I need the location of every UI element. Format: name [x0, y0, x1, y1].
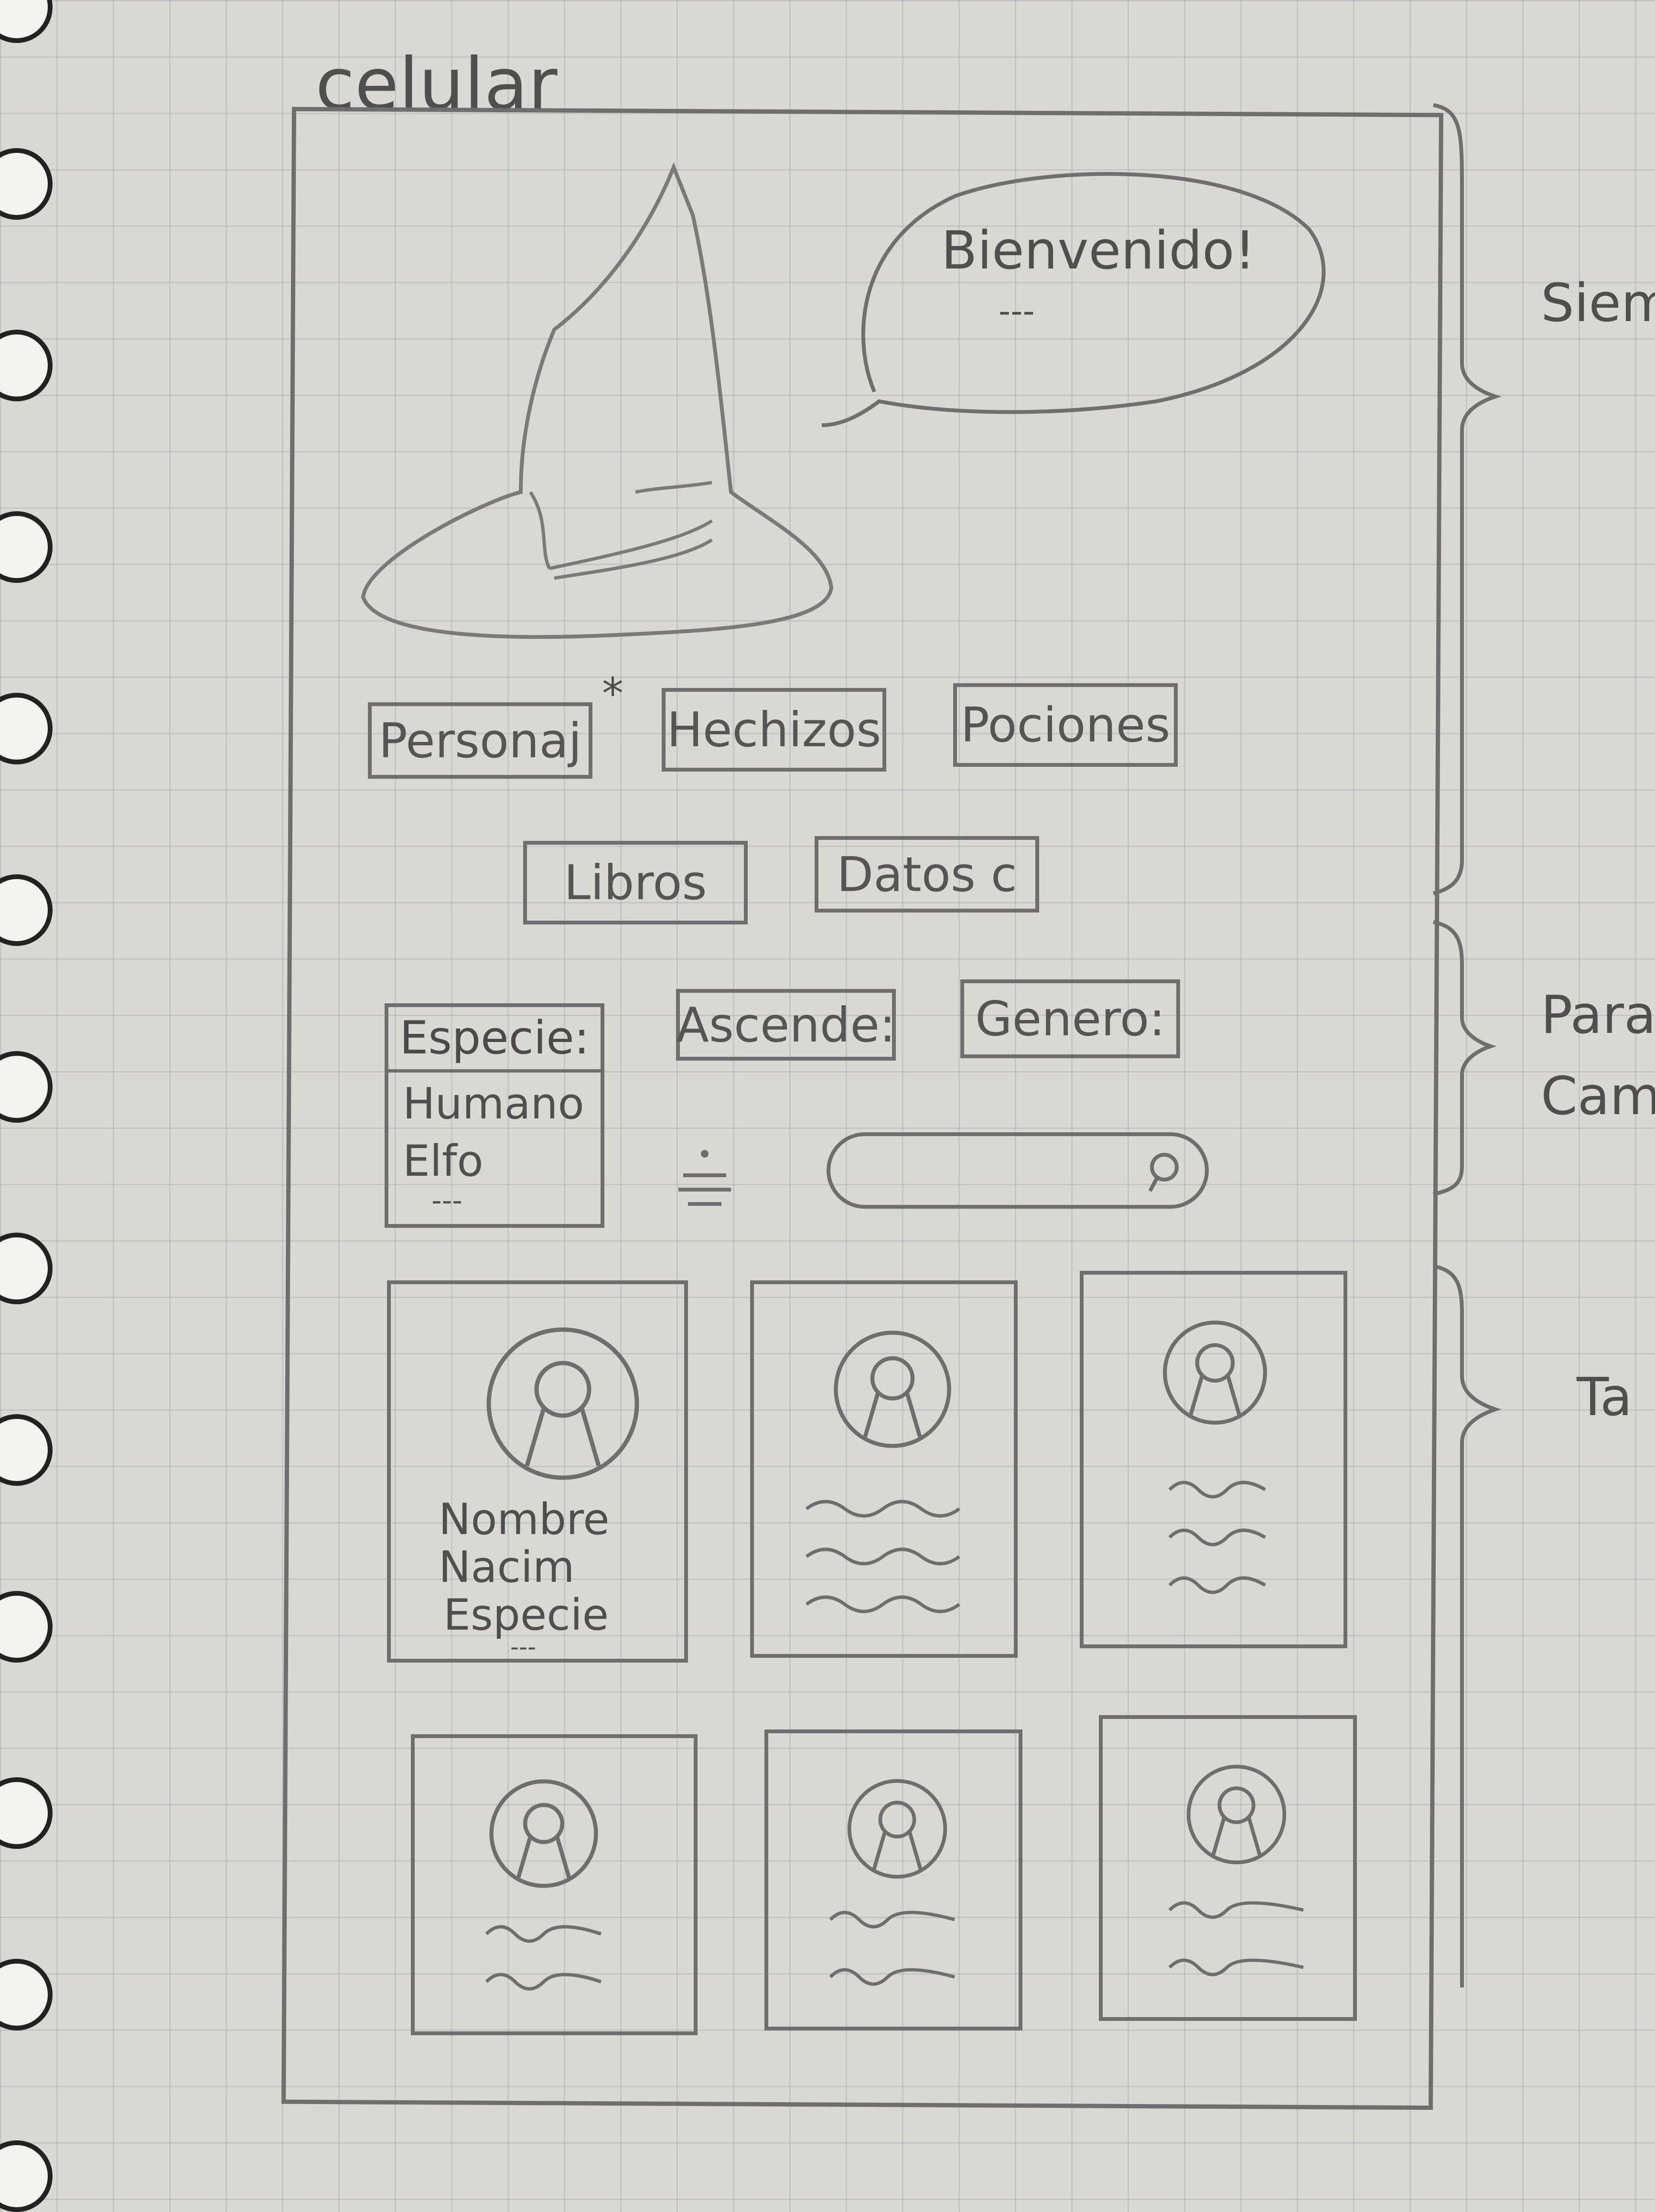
- speech-bubble: [821, 172, 1326, 427]
- character-card[interactable]: Nombre Nacim Especie ---: [387, 1280, 688, 1663]
- placeholder-text-lines: [1168, 1901, 1304, 1976]
- character-card[interactable]: [411, 1734, 698, 2035]
- especie-label: Especie:: [388, 1007, 601, 1073]
- side-label: Siem: [1541, 272, 1655, 333]
- sorting-hat-icon: [361, 162, 834, 639]
- placeholder-text-lines: [485, 1925, 602, 1991]
- binding-hole: [0, 148, 53, 220]
- character-card[interactable]: [1099, 1715, 1357, 2021]
- user-avatar-icon: [847, 1779, 947, 1879]
- genero-label: Genero:: [975, 991, 1165, 1047]
- especie-option-more: ---: [431, 1184, 462, 1217]
- user-avatar-icon: [834, 1331, 951, 1448]
- especie-dropdown[interactable]: Especie: Humano Elfo ---: [385, 1003, 604, 1228]
- nav-button-label: Hechizos: [666, 702, 881, 758]
- sort-icon[interactable]: [669, 1142, 741, 1213]
- selected-marker: *: [602, 669, 623, 719]
- binding-hole: [0, 1591, 53, 1663]
- placeholder-text-lines: [805, 1500, 961, 1613]
- side-label: Ta: [1577, 1366, 1633, 1428]
- nav-button-label: Libros: [564, 855, 707, 911]
- search-icon[interactable]: [1138, 1148, 1186, 1196]
- ascendencia-label: Ascende:: [676, 997, 896, 1053]
- nav-button-libros[interactable]: Libros: [523, 841, 748, 924]
- card-field-nombre: Nombre: [439, 1494, 610, 1545]
- character-card[interactable]: [764, 1729, 1022, 2030]
- binding-hole: [0, 2140, 53, 2212]
- binding-hole: [0, 874, 53, 946]
- binding-hole: [0, 0, 53, 43]
- binding-hole: [0, 1051, 53, 1123]
- card-field-more: ---: [510, 1633, 537, 1661]
- genero-dropdown[interactable]: Genero:: [960, 979, 1180, 1058]
- user-avatar-icon: [486, 1327, 639, 1480]
- annotation-braces: [1433, 103, 1502, 1987]
- nav-button-label: Personaj: [378, 712, 582, 769]
- binding-hole: [0, 1414, 53, 1486]
- user-avatar-icon: [1163, 1321, 1267, 1425]
- nav-button-datos[interactable]: Datos c: [815, 836, 1039, 913]
- search-input[interactable]: [827, 1132, 1209, 1209]
- binding-hole: [0, 511, 53, 583]
- nav-button-label: Datos c: [837, 846, 1017, 902]
- character-card[interactable]: [1080, 1271, 1347, 1648]
- nav-button-pociones[interactable]: Pociones: [953, 683, 1178, 767]
- especie-option[interactable]: Humano: [403, 1079, 584, 1129]
- binding-hole: [0, 330, 53, 401]
- nav-button-personajes[interactable]: Personaj: [368, 702, 592, 779]
- especie-option[interactable]: Elfo: [403, 1136, 484, 1186]
- side-label: Para: [1541, 984, 1655, 1045]
- speech-bubble-text: Bienvenido!: [941, 220, 1256, 281]
- side-label: Camb: [1541, 1065, 1655, 1127]
- placeholder-text-lines: [829, 1911, 955, 1986]
- placeholder-text-lines: [1168, 1481, 1266, 1594]
- binding-hole: [0, 693, 53, 764]
- character-card[interactable]: [750, 1280, 1018, 1658]
- binding-hole: [0, 1777, 53, 1849]
- binding-hole: [0, 1959, 53, 2030]
- speech-bubble-more: ---: [999, 291, 1035, 331]
- card-field-nacimiento: Nacim: [439, 1542, 575, 1592]
- user-avatar-icon: [1186, 1764, 1287, 1865]
- binding-hole: [0, 1233, 53, 1304]
- user-avatar-icon: [489, 1779, 598, 1888]
- nav-button-label: Pociones: [960, 697, 1171, 753]
- nav-button-hechizos[interactable]: Hechizos: [662, 688, 886, 772]
- ascendencia-dropdown[interactable]: Ascende:: [676, 989, 896, 1061]
